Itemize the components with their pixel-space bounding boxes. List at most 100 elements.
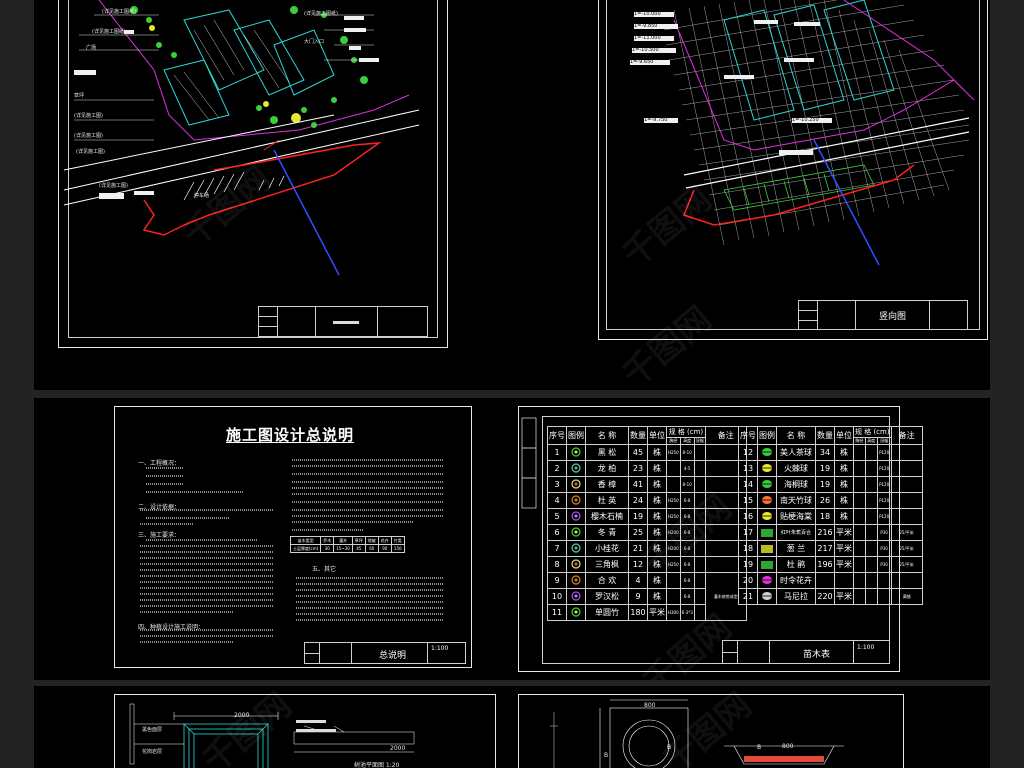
plant-no: 7: [547, 540, 567, 557]
plant-row: 17 红叶朱蕉百合 216 平米 P30 25/平米: [738, 524, 923, 541]
plant-legend-icon: [566, 540, 586, 557]
elevation-5: 1=-9.650: [630, 59, 654, 65]
plant-spec-3: P120: [876, 460, 892, 477]
plant-spec-1: [666, 476, 681, 493]
plant-no: 3: [547, 476, 567, 493]
plant-unit: 株: [834, 508, 854, 525]
plant-row: 15 南天竹球 26 株 P120: [738, 492, 923, 509]
plant-spec-3: P30: [876, 540, 892, 557]
plant-row: 1 黑 松 45 株 H250 8-10: [547, 444, 747, 461]
plant-qty: 19: [815, 460, 835, 477]
plant-row: 21 马尼拉 220 平米 满铺: [738, 588, 923, 605]
plant-spec-1: [853, 460, 866, 477]
grading-title-block: 竖向图: [798, 300, 968, 330]
plant-qty: 41: [628, 476, 648, 493]
plant-spec-1: [853, 508, 866, 525]
plant-legend-icon: [566, 572, 586, 589]
plant-name: 马尼拉: [776, 588, 816, 605]
plant-spec-2: [864, 460, 878, 477]
plant-spec-2: 6-8: [679, 588, 695, 605]
plant-spec-1: H300: [666, 604, 681, 621]
plant-qty: 18: [815, 508, 835, 525]
plant-unit: 平米: [834, 540, 854, 557]
plant-spec-3: P120: [876, 476, 892, 493]
plant-no: 19: [738, 556, 758, 573]
plant-name: 单圆竹: [585, 604, 629, 621]
plant-name: 三角枫: [585, 556, 629, 573]
plant-no: 16: [738, 508, 758, 525]
plant-remark: [890, 444, 923, 461]
plant-qty: 26: [815, 492, 835, 509]
elevation-7: 1=-10.250: [792, 117, 819, 123]
plant-row: 13 火棘球 19 株 P120: [738, 460, 923, 477]
plant-spec-2: [864, 556, 878, 573]
plant-qty: 9: [628, 588, 648, 605]
plant-legend-icon: [566, 588, 586, 605]
col-spec-r: 规 格 (cm): [853, 426, 892, 438]
spec-sub-1-r: 胸径: [853, 437, 866, 445]
plant-spec-1: [853, 444, 866, 461]
plant-spec-2: [864, 476, 878, 493]
plant-legend-icon: [757, 444, 777, 461]
plant-qty: 4: [628, 572, 648, 589]
plant-name: 小桂花: [585, 540, 629, 557]
plant-qty: 196: [815, 556, 835, 573]
plant-name: 南天竹球: [776, 492, 816, 509]
plant-remark: 25/平米: [890, 524, 923, 541]
plant-name: 罗汉松: [585, 588, 629, 605]
plant-legend-icon: [566, 492, 586, 509]
col-unit: 单位: [647, 426, 667, 445]
plant-unit: [834, 572, 854, 589]
plant-spec-3: P30: [876, 556, 892, 573]
plant-row: 18 葱 兰 217 平米 P30 25/平米: [738, 540, 923, 557]
plant-qty: 217: [815, 540, 835, 557]
plant-no: 18: [738, 540, 758, 557]
details-panel: 2000 2000 黑色面层 花岗岩层 树池平面图 1:20 800 800 B…: [34, 686, 990, 768]
plant-remark: 满铺: [890, 588, 923, 605]
plant-spec-1: [666, 460, 681, 477]
col-unit-r: 单位: [834, 426, 854, 445]
spec-sub-3-r: 冠幅: [876, 437, 892, 445]
col-legend-r: 图例: [757, 426, 777, 445]
col-name-r: 名 称: [776, 426, 816, 445]
plant-no: 17: [738, 524, 758, 541]
elevation-3: 1=-11.000: [634, 35, 661, 41]
grading-drawing: [630, 0, 975, 266]
plant-spec-2: [864, 492, 878, 509]
plant-qty: 24: [628, 492, 648, 509]
plant-name: 海桐球: [776, 476, 816, 493]
plant-legend-icon: [566, 524, 586, 541]
plant-qty: 19: [628, 508, 648, 525]
plant-unit: 株: [834, 460, 854, 477]
col-no: 序号: [547, 426, 567, 445]
spec-sub-2: 高度: [679, 437, 695, 445]
plant-name: 葱 兰: [776, 540, 816, 557]
plant-row: 2 龙 柏 23 株 4-5: [547, 460, 747, 477]
plant-table-right: 序号 图例 名 称 数量 单位 规 格 (cm) 备注 胸径 高度 冠幅 12 美…: [738, 426, 923, 605]
plant-unit: 株: [647, 588, 667, 605]
plant-spec-1: [853, 524, 866, 541]
plant-remark: [890, 460, 923, 477]
plant-row: 19 杜 鹃 196 平米 P30 25/平米: [738, 556, 923, 573]
plant-name: 香 樟: [585, 476, 629, 493]
plant-name: 合 欢: [585, 572, 629, 589]
sheets-panel: 施工图设计总说明 一、工程概况： 二、设计依据： 三、施工要求： 四、种植设计施…: [34, 398, 990, 680]
elevation-1: 1=-10.000: [634, 11, 661, 17]
plant-unit: 株: [834, 444, 854, 461]
plant-qty: 180: [628, 604, 648, 621]
plant-spec-1: [853, 572, 866, 589]
plant-unit: 平米: [834, 556, 854, 573]
plant-no: 21: [738, 588, 758, 605]
plant-legend-icon: [757, 588, 777, 605]
plant-no: 20: [738, 572, 758, 589]
plant-legend-icon: [757, 508, 777, 525]
plant-spec-2: [864, 508, 878, 525]
plant-spec-3: P120: [876, 508, 892, 525]
plant-remark: [890, 572, 923, 589]
detail-drawings: [129, 699, 844, 768]
plant-spec-1: [853, 588, 866, 605]
plant-qty: 23: [628, 460, 648, 477]
plant-spec-1: [666, 588, 681, 605]
plant-spec-2: [864, 444, 878, 461]
plant-spec-1: [853, 540, 866, 557]
